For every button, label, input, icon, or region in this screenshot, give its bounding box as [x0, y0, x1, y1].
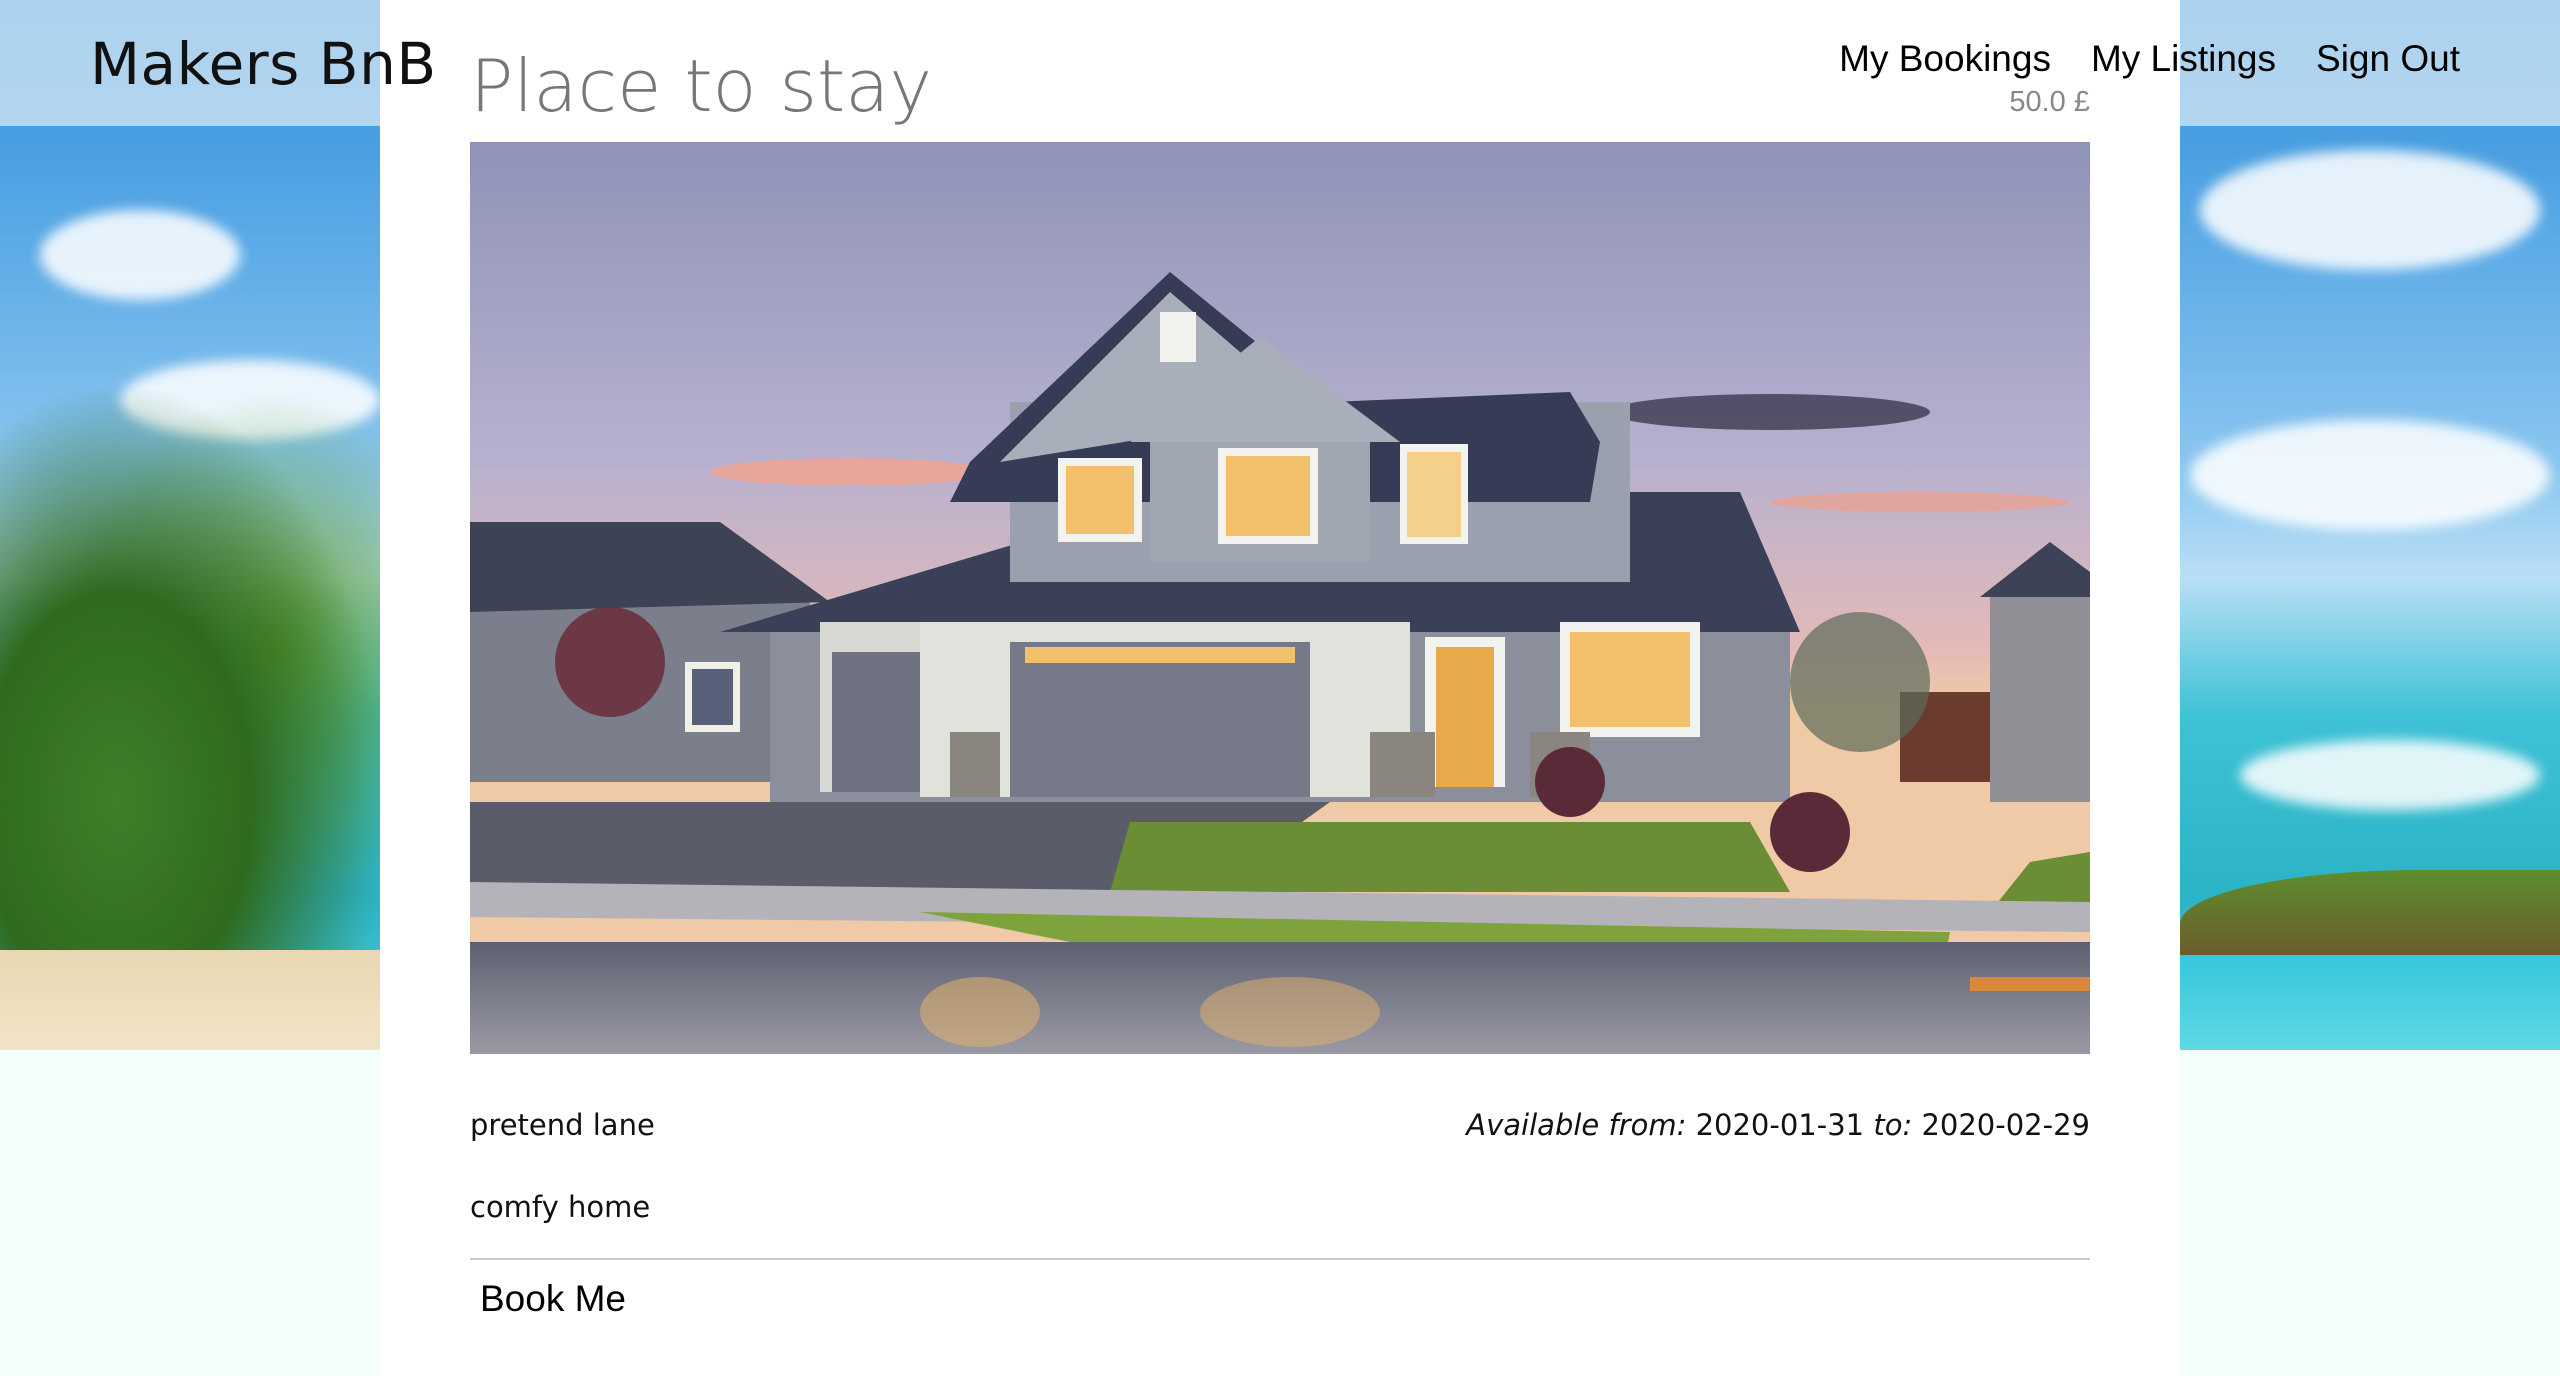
available-to-label: to:: [1873, 1108, 1913, 1142]
nav-my-listings[interactable]: My Listings: [2091, 38, 2276, 80]
available-from-date: 2020-01-31: [1695, 1108, 1865, 1142]
listing-address: pretend lane: [470, 1108, 655, 1142]
house-photo: [470, 142, 2090, 1054]
listing-description: comfy home: [470, 1190, 651, 1224]
app-logo[interactable]: Makers BnB: [90, 30, 437, 98]
listing-price: 50.0 £: [2009, 86, 2090, 118]
nav-my-bookings[interactable]: My Bookings: [1839, 38, 2051, 80]
divider: [470, 1258, 2090, 1260]
listing-title: Place to stay: [470, 44, 932, 128]
top-nav: My Bookings My Listings Sign Out: [1839, 38, 2460, 80]
listing-card: Place to stay 50.0 £ pretend lane Availa…: [380, 0, 2180, 1376]
available-from-label: Available from:: [1466, 1108, 1687, 1142]
availability-dates: Available from: 2020-01-31 to: 2020-02-2…: [1466, 1108, 2090, 1142]
nav-sign-out[interactable]: Sign Out: [2316, 38, 2460, 80]
available-to-date: 2020-02-29: [1921, 1108, 2090, 1142]
book-me-button[interactable]: Book Me: [480, 1278, 626, 1320]
